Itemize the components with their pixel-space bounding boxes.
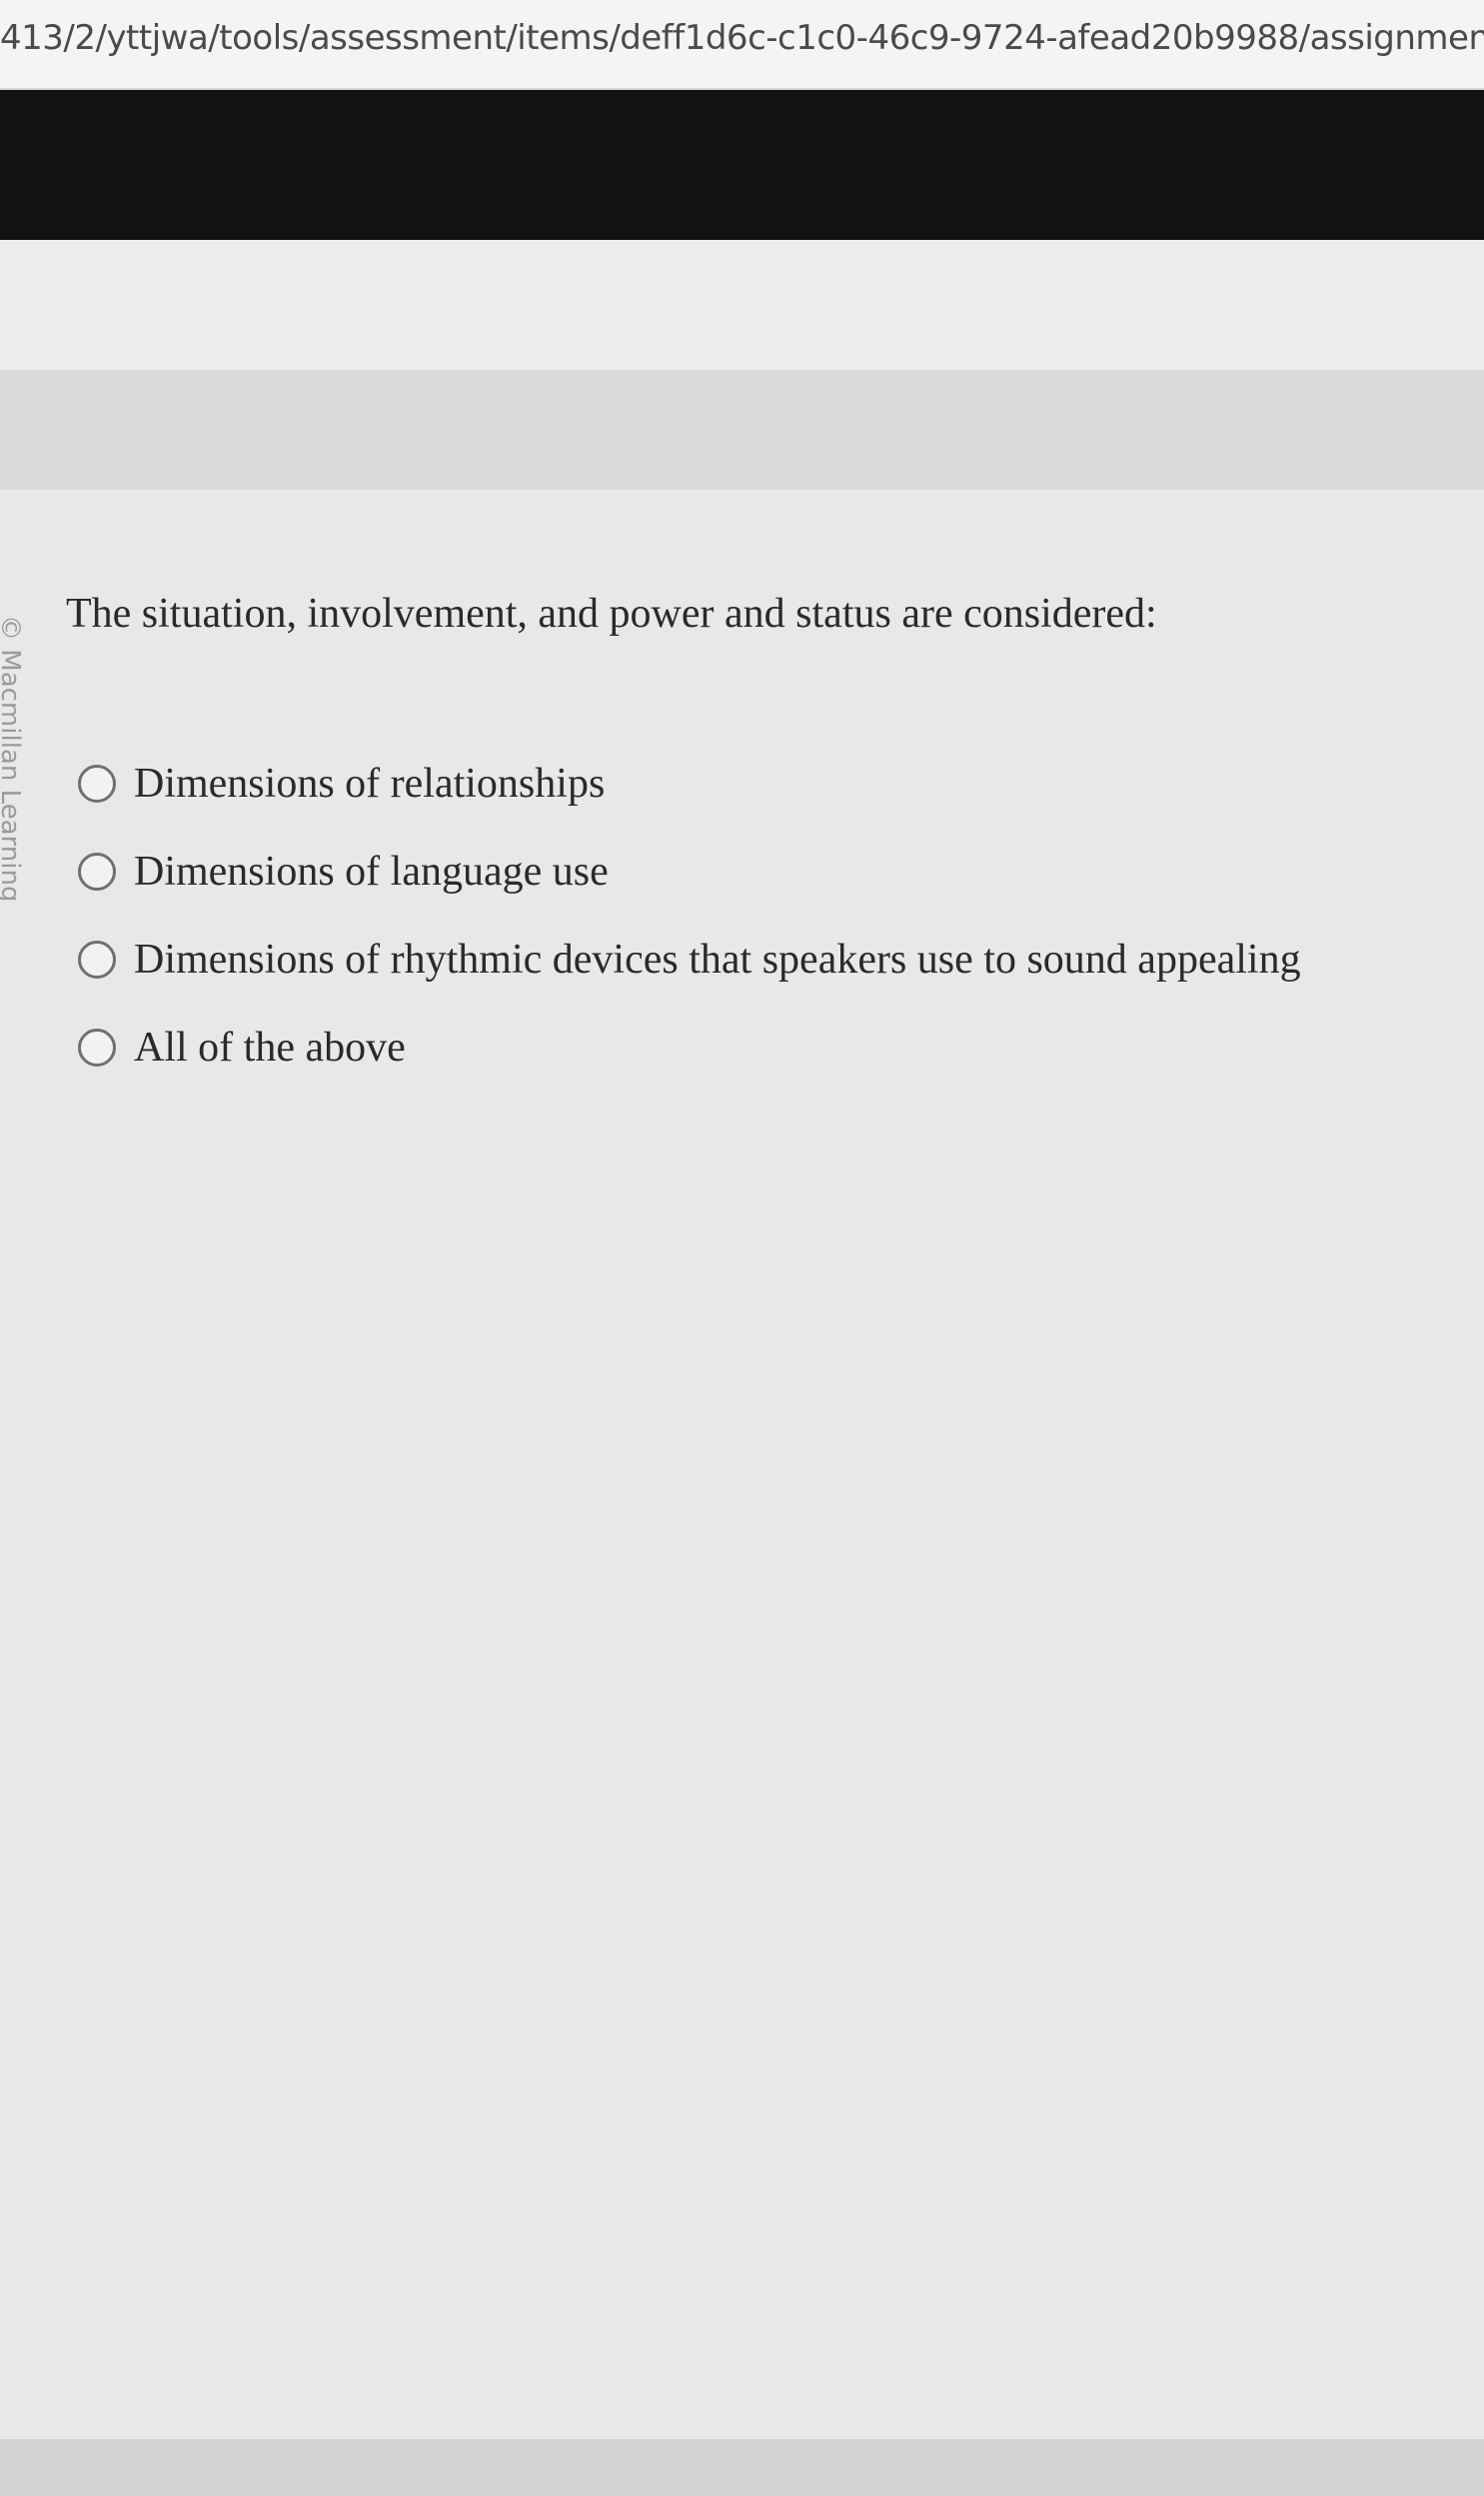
answer-option-label: Dimensions of rhythmic devices that spea… (134, 937, 1301, 983)
answer-option[interactable]: Dimensions of language use (78, 828, 1457, 916)
answer-options: Dimensions of relationships Dimensions o… (78, 740, 1457, 1092)
toolbar-area (0, 240, 1484, 370)
screen: 413/2/yttjwa/tools/assessment/items/deff… (0, 0, 1484, 2496)
bottom-edge (0, 2439, 1484, 2496)
answer-option-label: Dimensions of relationships (134, 761, 606, 807)
answer-option[interactable]: All of the above (78, 1004, 1457, 1092)
radio-button[interactable] (78, 1029, 116, 1067)
radio-button[interactable] (78, 853, 116, 891)
answer-option[interactable]: Dimensions of rhythmic devices that spea… (78, 916, 1457, 1004)
header-bar (0, 90, 1484, 240)
address-bar[interactable]: 413/2/yttjwa/tools/assessment/items/deff… (0, 0, 1484, 90)
answer-option-label: Dimensions of language use (134, 849, 609, 895)
copyright-watermark: © Macmillan Learning (0, 615, 25, 903)
answer-option-label: All of the above (134, 1025, 406, 1071)
section-header (0, 370, 1484, 490)
radio-button[interactable] (78, 941, 116, 979)
answer-option[interactable]: Dimensions of relationships (78, 740, 1457, 828)
radio-button[interactable] (78, 765, 116, 803)
url-text: 413/2/yttjwa/tools/assessment/items/deff… (0, 18, 1484, 58)
question-prompt: The situation, involvement, and power an… (66, 591, 1157, 637)
